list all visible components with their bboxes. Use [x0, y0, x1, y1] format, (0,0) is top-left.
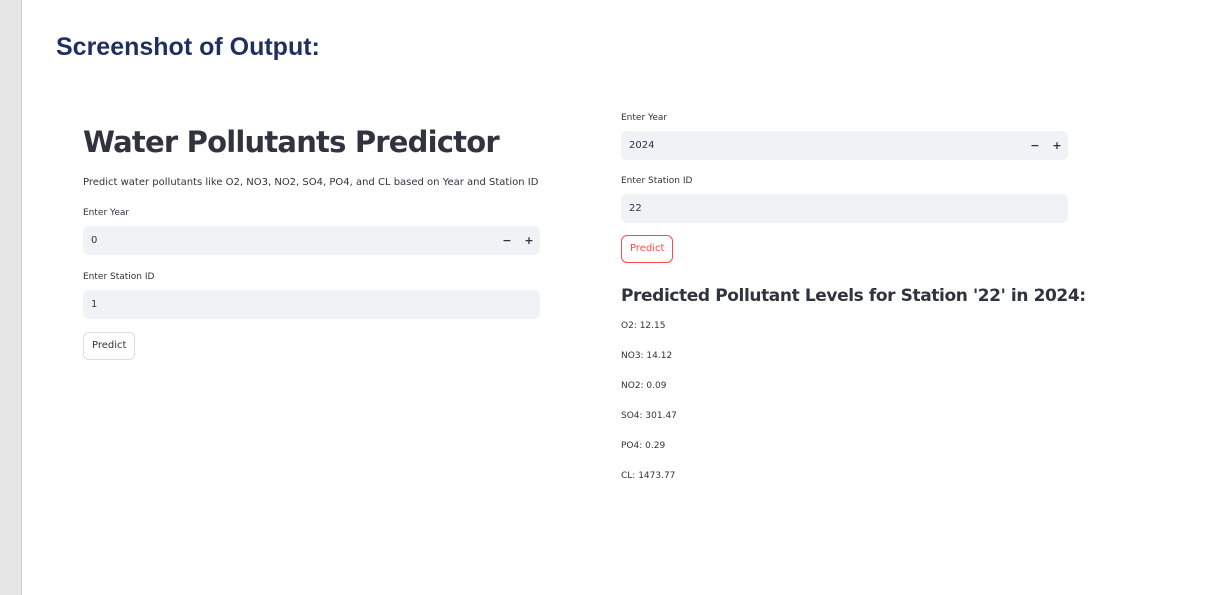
year-input[interactable] — [91, 226, 441, 255]
result-o2: O2: 12.15 — [621, 321, 666, 331]
result-list: O2: 12.15 NO3: 14.12 NO2: 0.09 SO4: 301.… — [621, 320, 1068, 482]
result-no2: NO2: 0.09 — [621, 381, 667, 391]
app-description: Predict water pollutants like O2, NO3, N… — [83, 177, 539, 188]
year-label: Enter Year — [83, 208, 130, 218]
decrement-button[interactable]: − — [1024, 131, 1046, 160]
station-number-input — [621, 194, 1068, 223]
result-cl: CL: 1473.77 — [621, 471, 676, 481]
year-number-input: − + — [83, 226, 540, 255]
year-number-input: − + — [621, 131, 1068, 160]
station-input[interactable] — [91, 290, 441, 319]
station-input[interactable] — [629, 194, 979, 223]
increment-button[interactable]: + — [1046, 131, 1068, 160]
year-label: Enter Year — [621, 113, 668, 123]
station-label: Enter Station ID — [621, 176, 693, 186]
result-heading: Predicted Pollutant Levels for Station '… — [621, 286, 1086, 306]
station-number-input — [83, 290, 540, 319]
result-po4: PO4: 0.29 — [621, 441, 666, 451]
initial-app-panel: Water Pollutants Predictor Predict water… — [83, 120, 540, 360]
predict-button[interactable]: Predict — [83, 332, 136, 360]
left-gutter — [0, 0, 22, 595]
increment-button[interactable]: + — [518, 226, 540, 255]
result-app-panel: Enter Year − + Enter Station ID Predict … — [621, 112, 1086, 482]
result-so4: SO4: 301.47 — [621, 411, 677, 421]
predict-button[interactable]: Predict — [621, 235, 674, 263]
page-heading: Screenshot of Output: — [56, 33, 320, 61]
app-title: Water Pollutants Predictor — [83, 125, 500, 159]
decrement-button[interactable]: − — [496, 226, 518, 255]
year-input[interactable] — [629, 131, 979, 160]
result-no3: NO3: 14.12 — [621, 351, 673, 361]
station-label: Enter Station ID — [83, 272, 155, 282]
